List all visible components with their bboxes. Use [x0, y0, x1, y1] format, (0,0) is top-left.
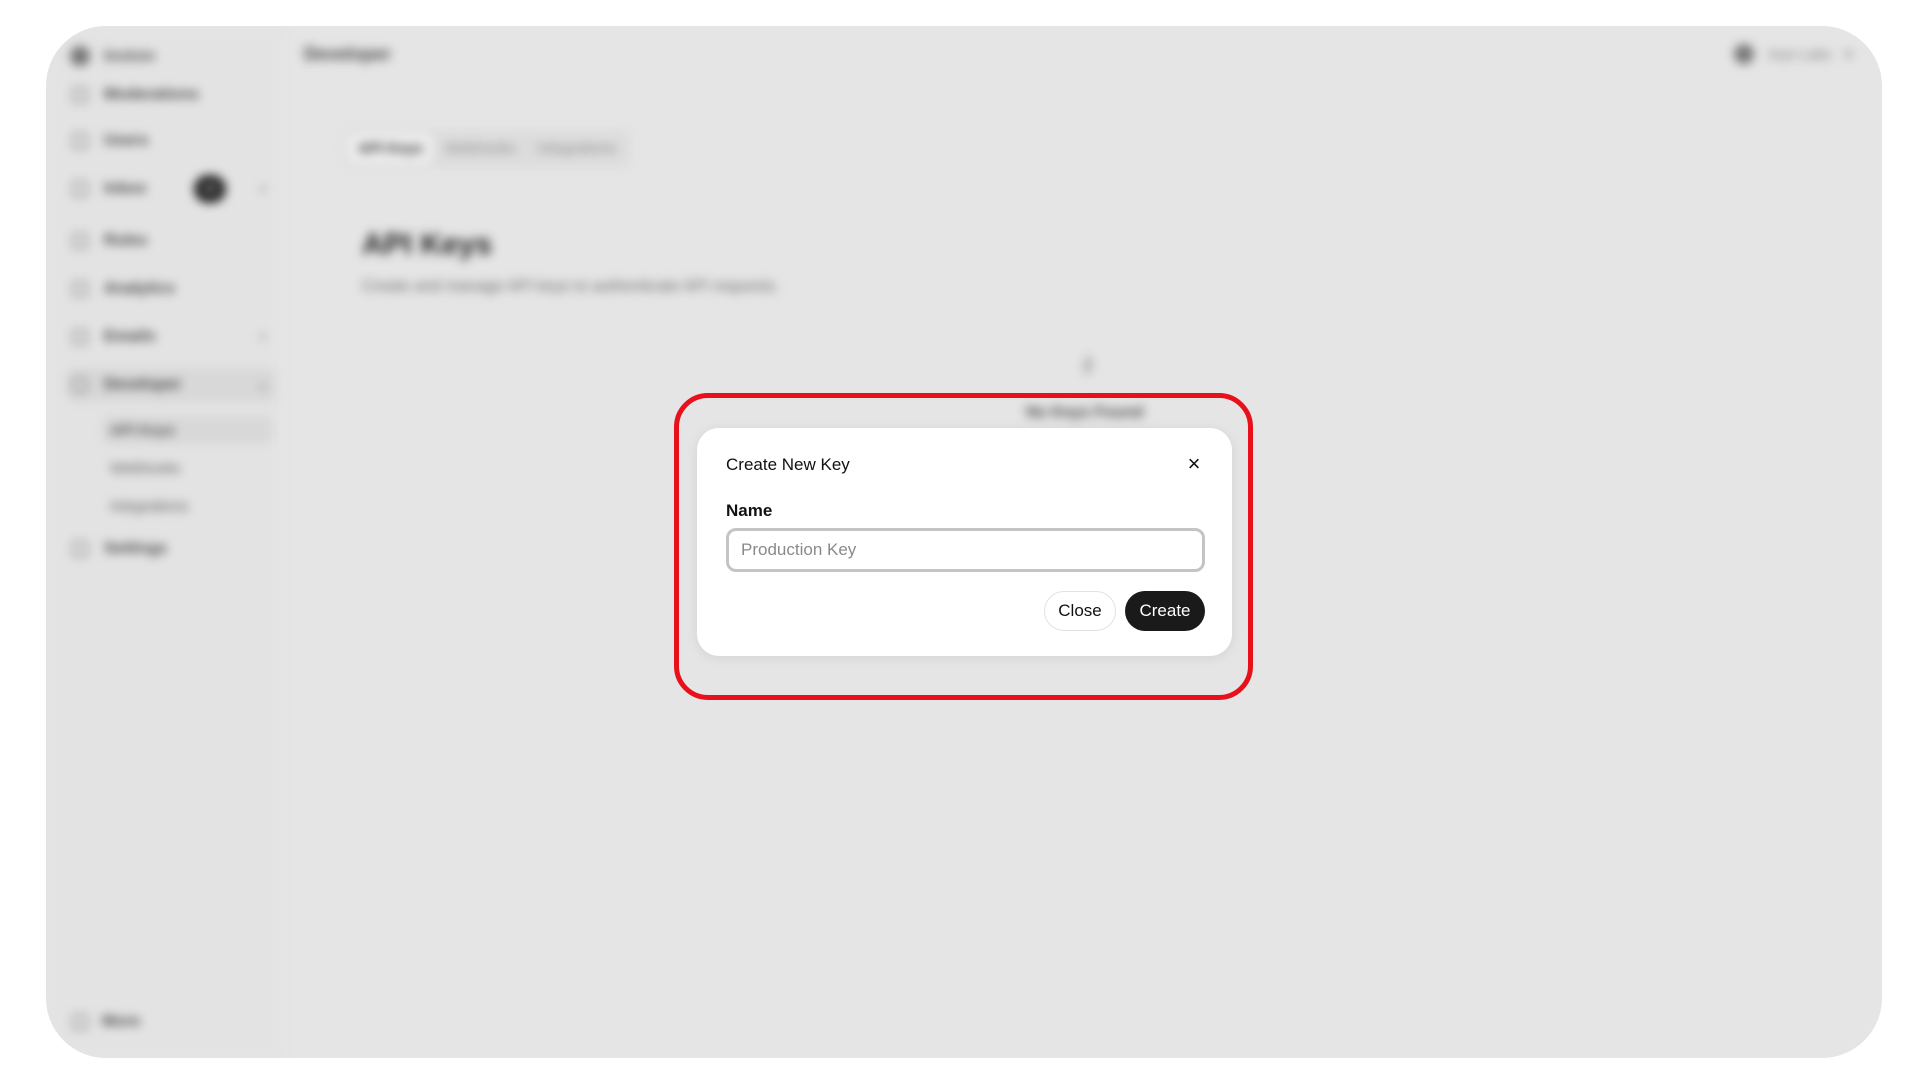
sidebar-item-moderations[interactable]: Moderations	[66, 78, 276, 112]
key-icon: ⚷	[1080, 354, 1095, 376]
sidebar-subitem-integrations[interactable]: Integrations	[102, 492, 272, 520]
logo-icon	[70, 46, 90, 66]
tab-webhooks[interactable]: Webhooks	[435, 134, 526, 163]
sidebar-item-label: Moderations	[104, 86, 200, 103]
sidebar-item-label: Developer	[104, 376, 182, 393]
chevron-down-icon: ▾	[259, 182, 266, 196]
tab-bar: API Keys Webhooks Integrations	[344, 130, 631, 167]
more-label: More	[102, 1013, 141, 1030]
inbox-icon	[72, 181, 88, 197]
sidebar-item-label: Inbox	[104, 180, 147, 197]
sidebar-more[interactable]: More	[66, 1006, 266, 1038]
close-button[interactable]: Close	[1044, 591, 1116, 631]
create-button[interactable]: Create	[1125, 591, 1205, 631]
sidebar-item-rules[interactable]: Rules	[66, 224, 276, 258]
sidebar-item-developer[interactable]: Developer ▴	[66, 368, 276, 402]
list-icon	[72, 87, 88, 103]
sidebar-item-label: Users	[104, 132, 149, 149]
user-name: Aryn Labs	[1767, 46, 1831, 62]
sidebar-item-users[interactable]: Users	[66, 124, 276, 158]
sidebar-subitem-api-keys[interactable]: API Keys	[102, 416, 272, 444]
name-field-label: Name	[726, 501, 773, 520]
sidebar: Inston Moderations Users Inbox 12 ▾ Rule…	[46, 26, 281, 1058]
section-heading: API Keys	[362, 228, 493, 261]
page-title: Developer	[304, 44, 392, 64]
chevron-down-icon: ▾	[259, 330, 266, 344]
avatar	[1733, 44, 1754, 64]
brand: Inston	[70, 44, 155, 68]
sidebar-item-label: Emails	[104, 328, 156, 345]
sidebar-item-label: Settings	[104, 540, 168, 557]
create-key-dialog: Create New Key × Name Close Create	[697, 428, 1232, 656]
gear-icon	[72, 541, 88, 557]
name-input[interactable]	[726, 528, 1205, 572]
user-menu[interactable]: Aryn Labs ▾	[1733, 44, 1852, 64]
sidebar-item-inbox[interactable]: Inbox 12 ▾	[66, 172, 276, 206]
brand-name: Inston	[104, 46, 155, 65]
sidebar-item-label: Rules	[104, 232, 148, 249]
mail-icon	[72, 329, 88, 345]
sidebar-item-analytics[interactable]: Analytics	[66, 272, 276, 306]
close-icon[interactable]: ×	[1182, 452, 1206, 476]
tab-integrations[interactable]: Integrations	[528, 134, 626, 163]
tab-api-keys[interactable]: API Keys	[348, 134, 434, 163]
sidebar-subitem-webhooks[interactable]: Webhooks	[102, 454, 272, 482]
rules-icon	[72, 233, 88, 249]
more-icon	[72, 1014, 88, 1030]
chevron-down-icon: ▾	[1844, 45, 1852, 62]
sidebar-item-settings[interactable]: Settings	[66, 532, 276, 566]
inbox-count-badge: 12	[194, 175, 226, 203]
chevron-up-icon: ▴	[259, 378, 266, 392]
users-icon	[72, 133, 88, 149]
sidebar-item-emails[interactable]: Emails ▾	[66, 320, 276, 354]
section-subtitle: Create and manage API keys to authentica…	[362, 278, 780, 295]
sidebar-item-label: Analytics	[104, 280, 176, 297]
analytics-icon	[72, 281, 88, 297]
code-icon	[72, 377, 88, 393]
dialog-title: Create New Key	[726, 455, 850, 474]
